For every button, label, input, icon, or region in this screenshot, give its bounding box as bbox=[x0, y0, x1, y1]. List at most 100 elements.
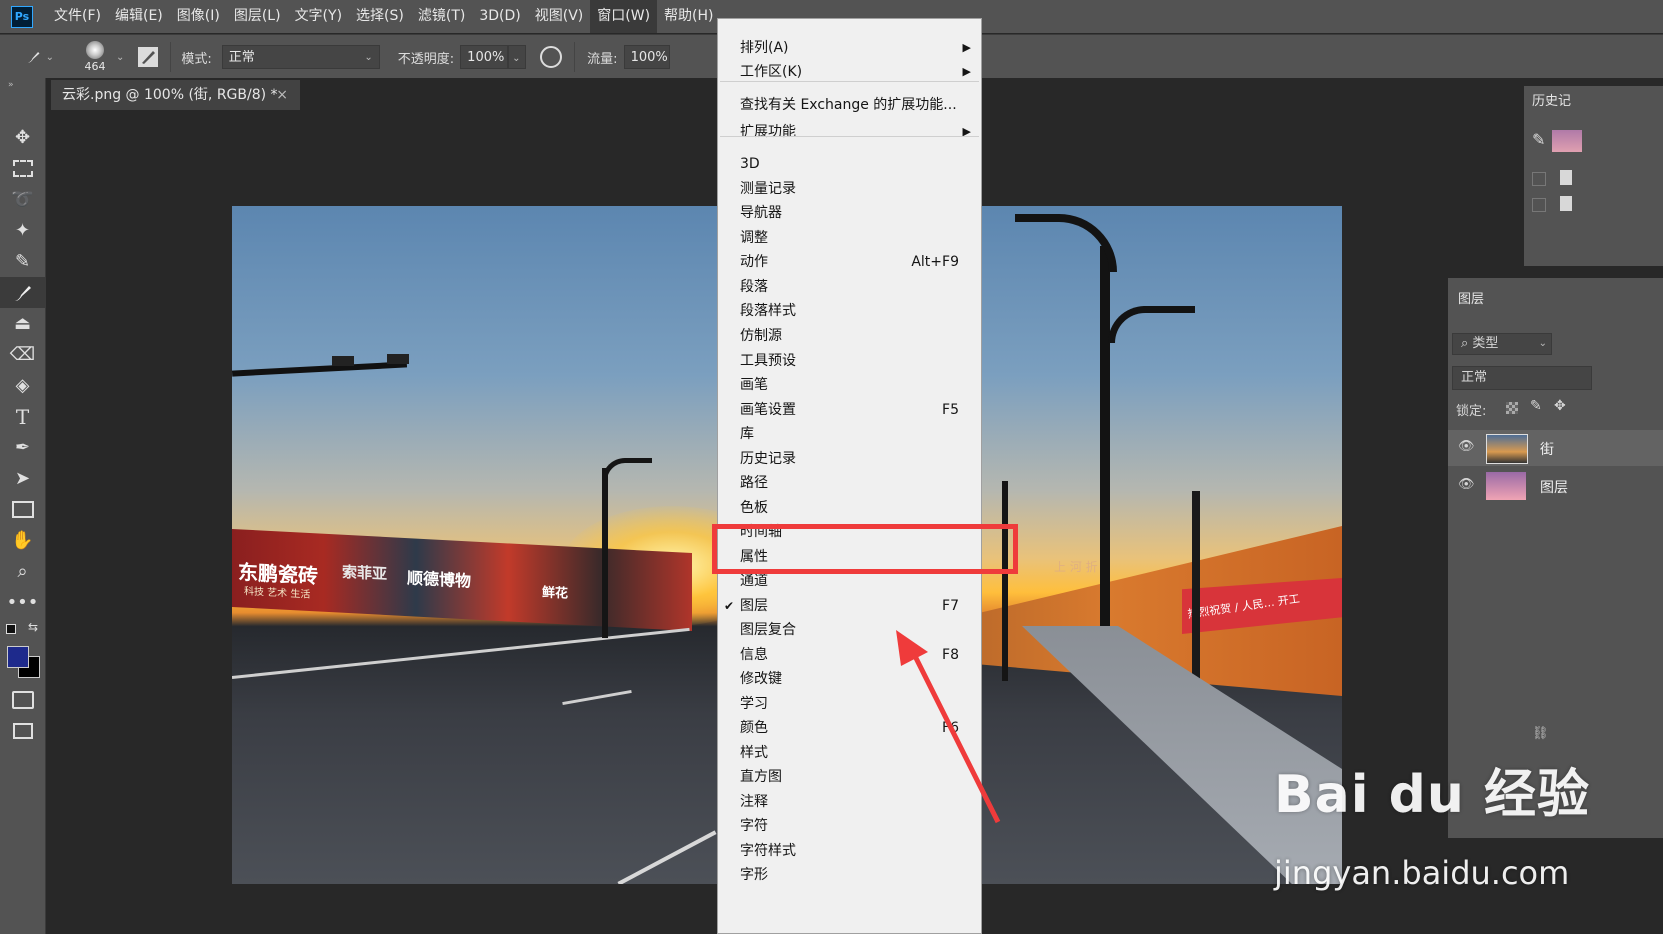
window-menu-item[interactable]: 样式 bbox=[718, 741, 981, 765]
window-menu-item[interactable]: 动作 Alt+F9 bbox=[718, 250, 981, 274]
window-menu-item[interactable]: 调整 bbox=[718, 226, 981, 250]
window-menu-item[interactable]: 信息 F8 bbox=[718, 643, 981, 667]
window-menu-item[interactable]: 测量记录 bbox=[718, 177, 981, 201]
history-row-checkbox[interactable] bbox=[1532, 198, 1546, 212]
window-menu-item-label: 调整 bbox=[740, 230, 768, 246]
window-menu-item[interactable]: 导航器 bbox=[718, 201, 981, 225]
app-logo[interactable]: Ps bbox=[11, 5, 33, 28]
window-menu-item[interactable]: 路径 bbox=[718, 471, 981, 495]
window-menu-item[interactable]: 段落样式 bbox=[718, 299, 981, 323]
color-swatches[interactable] bbox=[0, 644, 45, 684]
pressure-opacity-icon[interactable] bbox=[540, 46, 563, 68]
eye-icon[interactable]: 👁 bbox=[1458, 477, 1475, 492]
checkmark-icon: ✔ bbox=[724, 599, 735, 613]
default-colors-icon[interactable] bbox=[6, 624, 16, 634]
layers-tab[interactable]: 图层 bbox=[1458, 288, 1484, 307]
path-selection-tool-icon[interactable]: ➤ bbox=[0, 463, 45, 494]
lasso-tool-icon[interactable]: ➰ bbox=[0, 184, 45, 215]
eraser-tool-icon[interactable]: ⌫ bbox=[0, 339, 45, 370]
magic-wand-tool-icon[interactable]: ✦ bbox=[0, 215, 45, 246]
hand-tool-icon[interactable]: ✋ bbox=[0, 525, 45, 556]
blend-mode-select[interactable]: 正常 bbox=[1452, 366, 1592, 390]
history-snapshot-thumbnail[interactable] bbox=[1552, 130, 1582, 152]
window-menu-item[interactable]: 扩展功能 ▶ bbox=[718, 120, 981, 144]
window-menu-item[interactable]: 字符 bbox=[718, 814, 981, 838]
window-menu-item[interactable]: 直方图 bbox=[718, 765, 981, 789]
quick-mask-icon[interactable] bbox=[0, 684, 45, 715]
swap-arrow-icon[interactable]: ⇆ bbox=[28, 620, 38, 634]
brush-tool-preset-icon[interactable]: ⌄ bbox=[26, 46, 54, 68]
menu-filter[interactable]: 滤镜(T) bbox=[411, 0, 472, 33]
layer-row[interactable]: 👁 图层 bbox=[1448, 468, 1663, 504]
more-tools-icon[interactable]: ••• bbox=[0, 587, 45, 618]
window-menu-item[interactable]: 字符样式 bbox=[718, 839, 981, 863]
menu-type[interactable]: 文字(Y) bbox=[288, 0, 349, 33]
menu-edit[interactable]: 编辑(E) bbox=[108, 0, 170, 33]
close-icon[interactable]: × bbox=[276, 80, 288, 110]
document-tab[interactable]: 云彩.png @ 100% (街, RGB/8) * × bbox=[51, 80, 300, 110]
window-menu-item[interactable]: 3D bbox=[718, 152, 981, 176]
window-menu-item[interactable]: 图层复合 bbox=[718, 618, 981, 642]
window-menu-item[interactable]: 修改键 bbox=[718, 667, 981, 691]
stamp-tool-icon[interactable]: ⏏ bbox=[0, 308, 45, 339]
collapse-arrows-icon[interactable]: » bbox=[0, 78, 45, 92]
layer-name[interactable]: 街 bbox=[1540, 439, 1554, 459]
foreground-color-swatch[interactable] bbox=[7, 646, 29, 668]
window-menu-item[interactable]: 仿制源 bbox=[718, 324, 981, 348]
history-row-icon bbox=[1560, 170, 1572, 185]
window-menu-item[interactable]: 排列(A) ▶ bbox=[718, 36, 981, 60]
window-menu-item[interactable]: 颜色 F6 bbox=[718, 716, 981, 740]
lock-transparency-icon[interactable] bbox=[1506, 402, 1518, 414]
brush-tool-icon[interactable] bbox=[0, 277, 45, 308]
menu-window[interactable]: 窗口(W) bbox=[590, 0, 658, 33]
eyedropper-tool-icon[interactable]: ✎ bbox=[0, 246, 45, 277]
layer-row[interactable]: 👁 街 bbox=[1448, 430, 1663, 466]
history-tab[interactable]: 历史记 bbox=[1532, 90, 1571, 109]
menu-help[interactable]: 帮助(H) bbox=[657, 0, 720, 33]
screen-mode-icon[interactable] bbox=[0, 715, 45, 746]
window-menu-item[interactable]: 历史记录 bbox=[718, 447, 981, 471]
brush-size-picker[interactable]: 464 bbox=[80, 37, 110, 77]
window-menu-item[interactable]: 画笔 bbox=[718, 373, 981, 397]
menu-file[interactable]: 文件(F) bbox=[47, 0, 108, 33]
type-tool-icon[interactable]: T bbox=[0, 401, 45, 432]
window-menu-item[interactable]: 学习 bbox=[718, 692, 981, 716]
menu-3d[interactable]: 3D(D) bbox=[472, 0, 527, 33]
window-menu-item[interactable]: 库 bbox=[718, 422, 981, 446]
window-menu-item-shortcut: F7 bbox=[942, 598, 959, 614]
window-menu-item[interactable]: 工具预设 bbox=[718, 349, 981, 373]
history-row-checkbox[interactable] bbox=[1532, 172, 1546, 186]
lock-position-icon[interactable]: ✥ bbox=[1554, 398, 1566, 414]
eye-icon[interactable]: 👁 bbox=[1458, 439, 1475, 454]
marquee-tool-icon[interactable] bbox=[0, 153, 45, 184]
menu-layer[interactable]: 图层(L) bbox=[227, 0, 288, 33]
mode-select[interactable]: 正常 ⌄ bbox=[221, 45, 380, 69]
menu-select[interactable]: 选择(S) bbox=[349, 0, 411, 33]
layer-name[interactable]: 图层 bbox=[1540, 477, 1568, 497]
opacity-input[interactable]: 100% bbox=[460, 45, 509, 69]
layer-filter-select[interactable]: ⌕ 类型 ⌄ bbox=[1452, 333, 1552, 355]
window-menu-item-label: 库 bbox=[740, 426, 754, 442]
window-menu-item[interactable]: 段落 bbox=[718, 275, 981, 299]
window-menu-item[interactable]: 字形 bbox=[718, 863, 981, 887]
move-tool-icon[interactable]: ✥ bbox=[0, 122, 45, 153]
window-menu-item[interactable]: 注释 bbox=[718, 790, 981, 814]
mode-label: 模式: bbox=[181, 51, 212, 67]
rectangle-tool-icon[interactable] bbox=[0, 494, 45, 525]
menu-view[interactable]: 视图(V) bbox=[528, 0, 591, 33]
chevron-down-icon[interactable]: ⌄ bbox=[116, 52, 124, 63]
link-layers-icon[interactable]: ⛓ bbox=[1532, 726, 1549, 741]
window-menu-item[interactable]: 查找有关 Exchange 的扩展功能... bbox=[718, 93, 981, 117]
brush-panel-toggle-icon[interactable] bbox=[138, 47, 159, 67]
window-menu-item[interactable]: ✔ 图层 F7 bbox=[718, 594, 981, 618]
paint-bucket-tool-icon[interactable]: ◈ bbox=[0, 370, 45, 401]
pen-tool-icon[interactable]: ✒ bbox=[0, 432, 45, 463]
swap-colors-icon[interactable]: ⇆ bbox=[0, 618, 45, 644]
flow-input[interactable]: 100% bbox=[623, 45, 670, 69]
opacity-dropdown[interactable]: ⌄ bbox=[508, 45, 527, 69]
menu-image[interactable]: 图像(I) bbox=[170, 0, 227, 33]
zoom-tool-icon[interactable]: ⌕ bbox=[0, 556, 45, 587]
window-menu-item[interactable]: 色板 bbox=[718, 496, 981, 520]
lock-pixels-icon[interactable]: ✎ bbox=[1530, 398, 1542, 414]
window-menu-item[interactable]: 画笔设置 F5 bbox=[718, 398, 981, 422]
